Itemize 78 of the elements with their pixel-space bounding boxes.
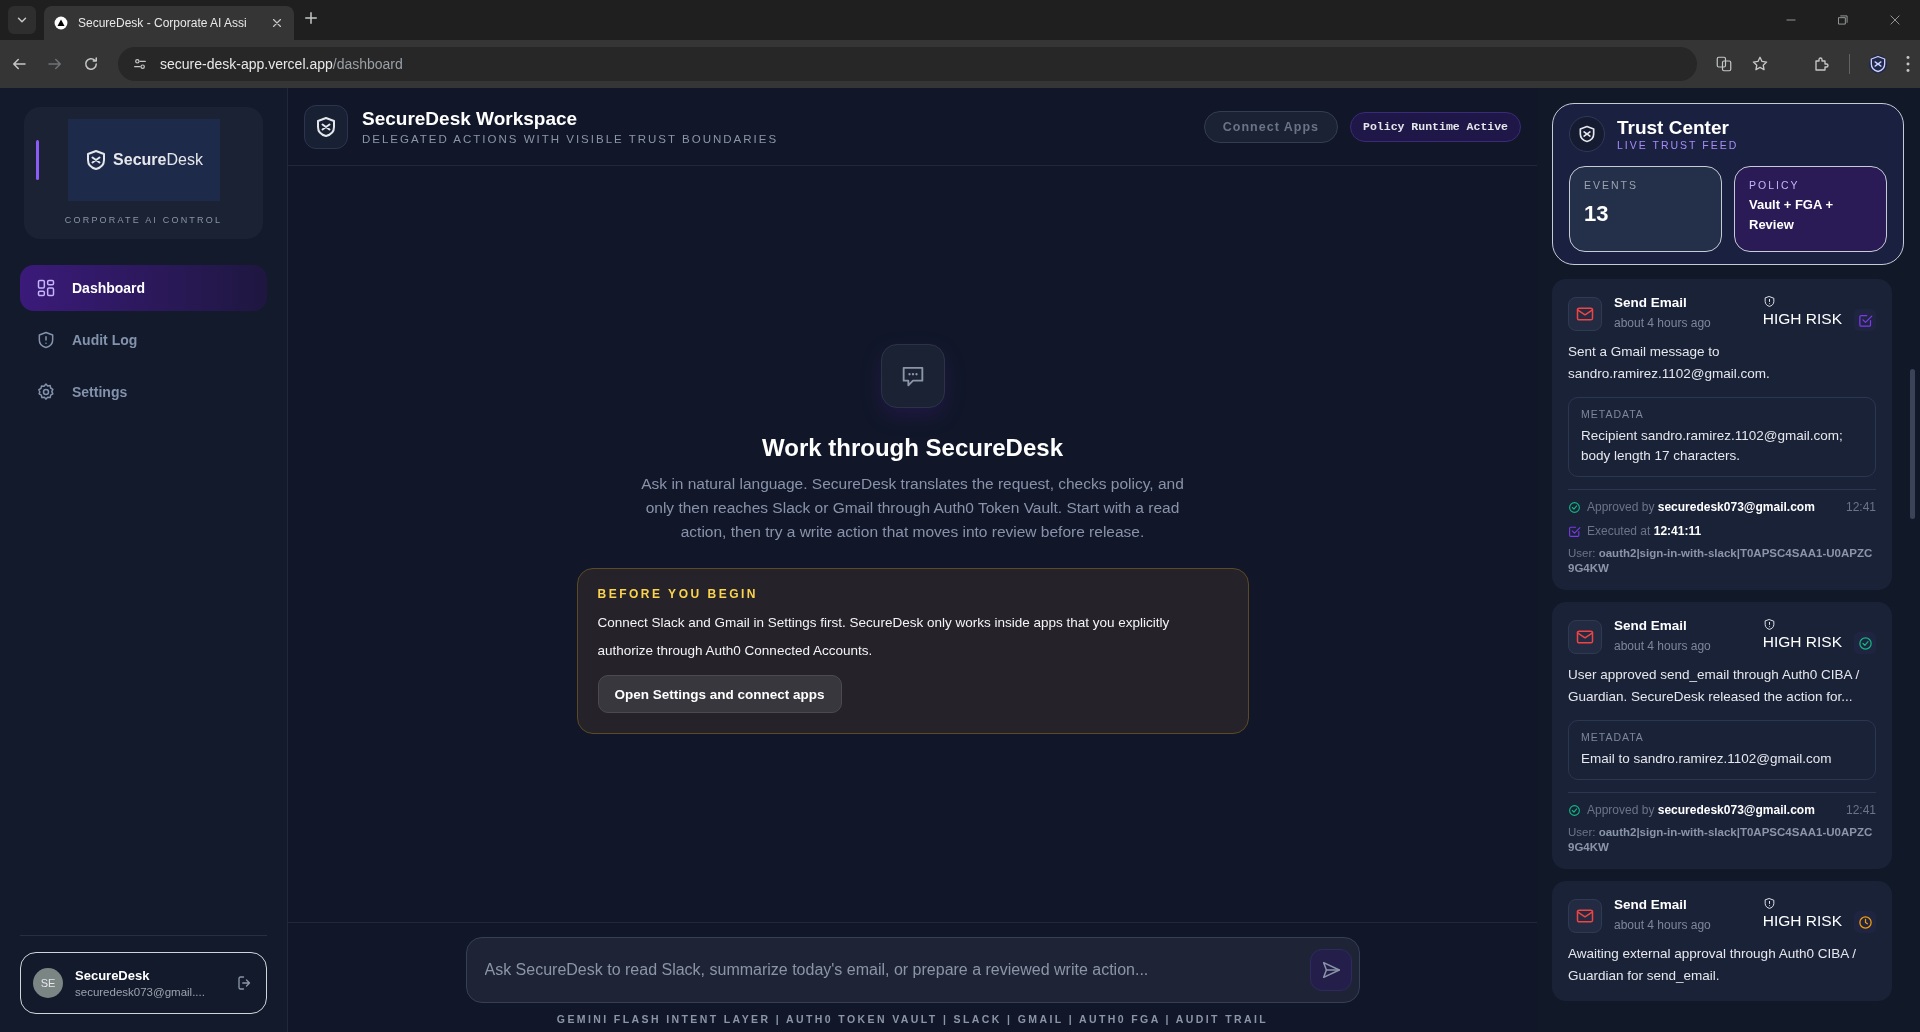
event-description: Awaiting external approval through Auth0 CIBA / Guardian for send_email. (1568, 945, 1857, 985)
event-time: about 4 hours ago (1614, 918, 1712, 932)
risk-label: HIGH RISK (1762, 912, 1842, 930)
grid-icon (36, 278, 56, 298)
avatar: SE (33, 968, 63, 998)
plus-icon (302, 9, 320, 27)
close-icon (1888, 13, 1902, 27)
star-icon (1751, 55, 1769, 73)
address-bar[interactable]: secure-desk-app.vercel.app/dashboard (118, 47, 1697, 81)
tab-search-button[interactable] (8, 6, 36, 34)
event-description: User approved send_email through Auth0 CIBA / Guardian. SecureDesk released the action for... (1568, 666, 1861, 706)
mail-icon (1575, 906, 1595, 926)
empty-state-text: Ask in natural language. SecureDesk translates the request, checks policy, and only then reaches Slack or Gmail through Auth0 Token Vault. Start with a read action, then try a write action that moves into review before release. (640, 474, 1185, 542)
approval-text: Approved by securedesk073@gmail.com (1587, 500, 1815, 514)
check-circle-icon (1568, 803, 1581, 817)
gear-icon (36, 382, 56, 402)
workspace-subtitle: DELEGATED ACTIONS WITH VISIBLE TRUST BOUNDARIES (362, 133, 779, 145)
checkbox-icon (1568, 524, 1581, 538)
nav-item[interactable]: Audit Log (20, 317, 267, 363)
stat-value: 13 (1584, 201, 1610, 227)
browser-tab[interactable]: SecureDesk - Corporate AI Assi (44, 6, 294, 40)
shield-alert-icon (36, 330, 56, 350)
tech-stack-text: GEMINI FLASH INTENT LAYER | AUTH0 TOKEN VAULT | SLACK | GMAIL | AUTH0 FGA | AUDIT TRAIL (556, 1013, 1269, 1025)
shield-alert-icon (1762, 295, 1776, 308)
close-icon (270, 16, 284, 30)
metadata-label: METADATA (1581, 731, 1645, 743)
restore-icon (1836, 13, 1850, 27)
check-circle-icon (1568, 500, 1581, 514)
notice-text: Connect Slack and Gmail in Settings first. SecureDesk only works inside apps that you explicitly authorize through Auth0 Connected Accounts. (597, 614, 1171, 660)
user-name: SecureDesk (75, 968, 151, 983)
empty-state-title: Work through SecureDesk (762, 434, 1063, 462)
metadata-text: Email to sandro.ramirez.1102@gmail.com (1581, 750, 1833, 768)
event-title: Send Email (1614, 897, 1688, 912)
shield-alert-icon (1762, 897, 1776, 910)
risk-label: HIGH RISK (1762, 633, 1842, 651)
event-title: Send Email (1614, 618, 1688, 633)
shield-alert-icon (1762, 618, 1776, 631)
send-button[interactable] (1309, 949, 1352, 991)
shield-icon (314, 114, 338, 139)
tab-title: SecureDesk - Corporate AI Assi (78, 16, 248, 30)
approval-text: Approved by securedesk073@gmail.com (1587, 803, 1815, 817)
stat-label: POLICY (1749, 179, 1801, 191)
approval-time: 12:41 (1845, 500, 1876, 514)
risk-label: HIGH RISK (1762, 310, 1842, 328)
notice-heading: BEFORE YOU BEGIN (597, 587, 759, 601)
logo-text: SecureDesk (113, 151, 203, 169)
user-email: securedesk073@gmail.... (75, 986, 206, 998)
puzzle-icon (1813, 55, 1831, 73)
executed-text: Executed at 12:41:11 (1587, 524, 1702, 538)
user-card[interactable]: SE SecureDesk securedesk073@gmail.... (20, 952, 267, 1014)
trust-center-subtitle: LIVE TRUST FEED (1617, 139, 1739, 151)
event-description: Sent a Gmail message to sandro.ramirez.1102@gmail.com. (1568, 343, 1771, 383)
user-id-text: User: oauth2|sign-in-with-slack|T0APSC4SAA1-U0APZC9G4KW (1568, 546, 1874, 576)
event-title: Send Email (1614, 295, 1688, 310)
site-settings-icon (132, 56, 148, 72)
message-field[interactable]: Ask SecureDesk to read Slack, summarize today's email, or prepare a reviewed write action... (465, 937, 1360, 1003)
mail-icon (1575, 627, 1595, 647)
stat-value: Vault + FGA + Review (1749, 196, 1835, 234)
nav-item[interactable]: Dashboard (20, 265, 267, 311)
open-settings-button[interactable]: Open Settings and connect apps (597, 675, 842, 713)
stat-label: EVENTS (1584, 179, 1639, 191)
reload-icon (82, 55, 100, 73)
workspace-title: SecureDesk Workspace (362, 108, 579, 130)
mail-icon (1575, 304, 1595, 324)
menu-icon (1906, 56, 1910, 72)
user-id-text: User: oauth2|sign-in-with-slack|T0APSC4SAA1-U0APZC9G4KW (1568, 825, 1874, 855)
event-time: about 4 hours ago (1614, 316, 1712, 330)
shield-icon (1868, 54, 1888, 74)
shield-icon (1577, 124, 1597, 144)
event-time: about 4 hours ago (1614, 639, 1712, 653)
approval-time: 12:41 (1845, 803, 1876, 817)
policy-status-badge: Policy Runtime Active (1350, 111, 1521, 142)
tagline: CORPORATE AI CONTROL (64, 215, 223, 225)
trust-center-title: Trust Center (1617, 117, 1730, 139)
metadata-text: Recipient sandro.ramirez.1102@gmail.com; body length 17 characters. (1581, 427, 1844, 465)
nav-item[interactable]: Settings (20, 369, 267, 415)
metadata-label: METADATA (1581, 408, 1645, 420)
url-text: secure-desk-app.vercel.app/dashboard (160, 56, 403, 72)
